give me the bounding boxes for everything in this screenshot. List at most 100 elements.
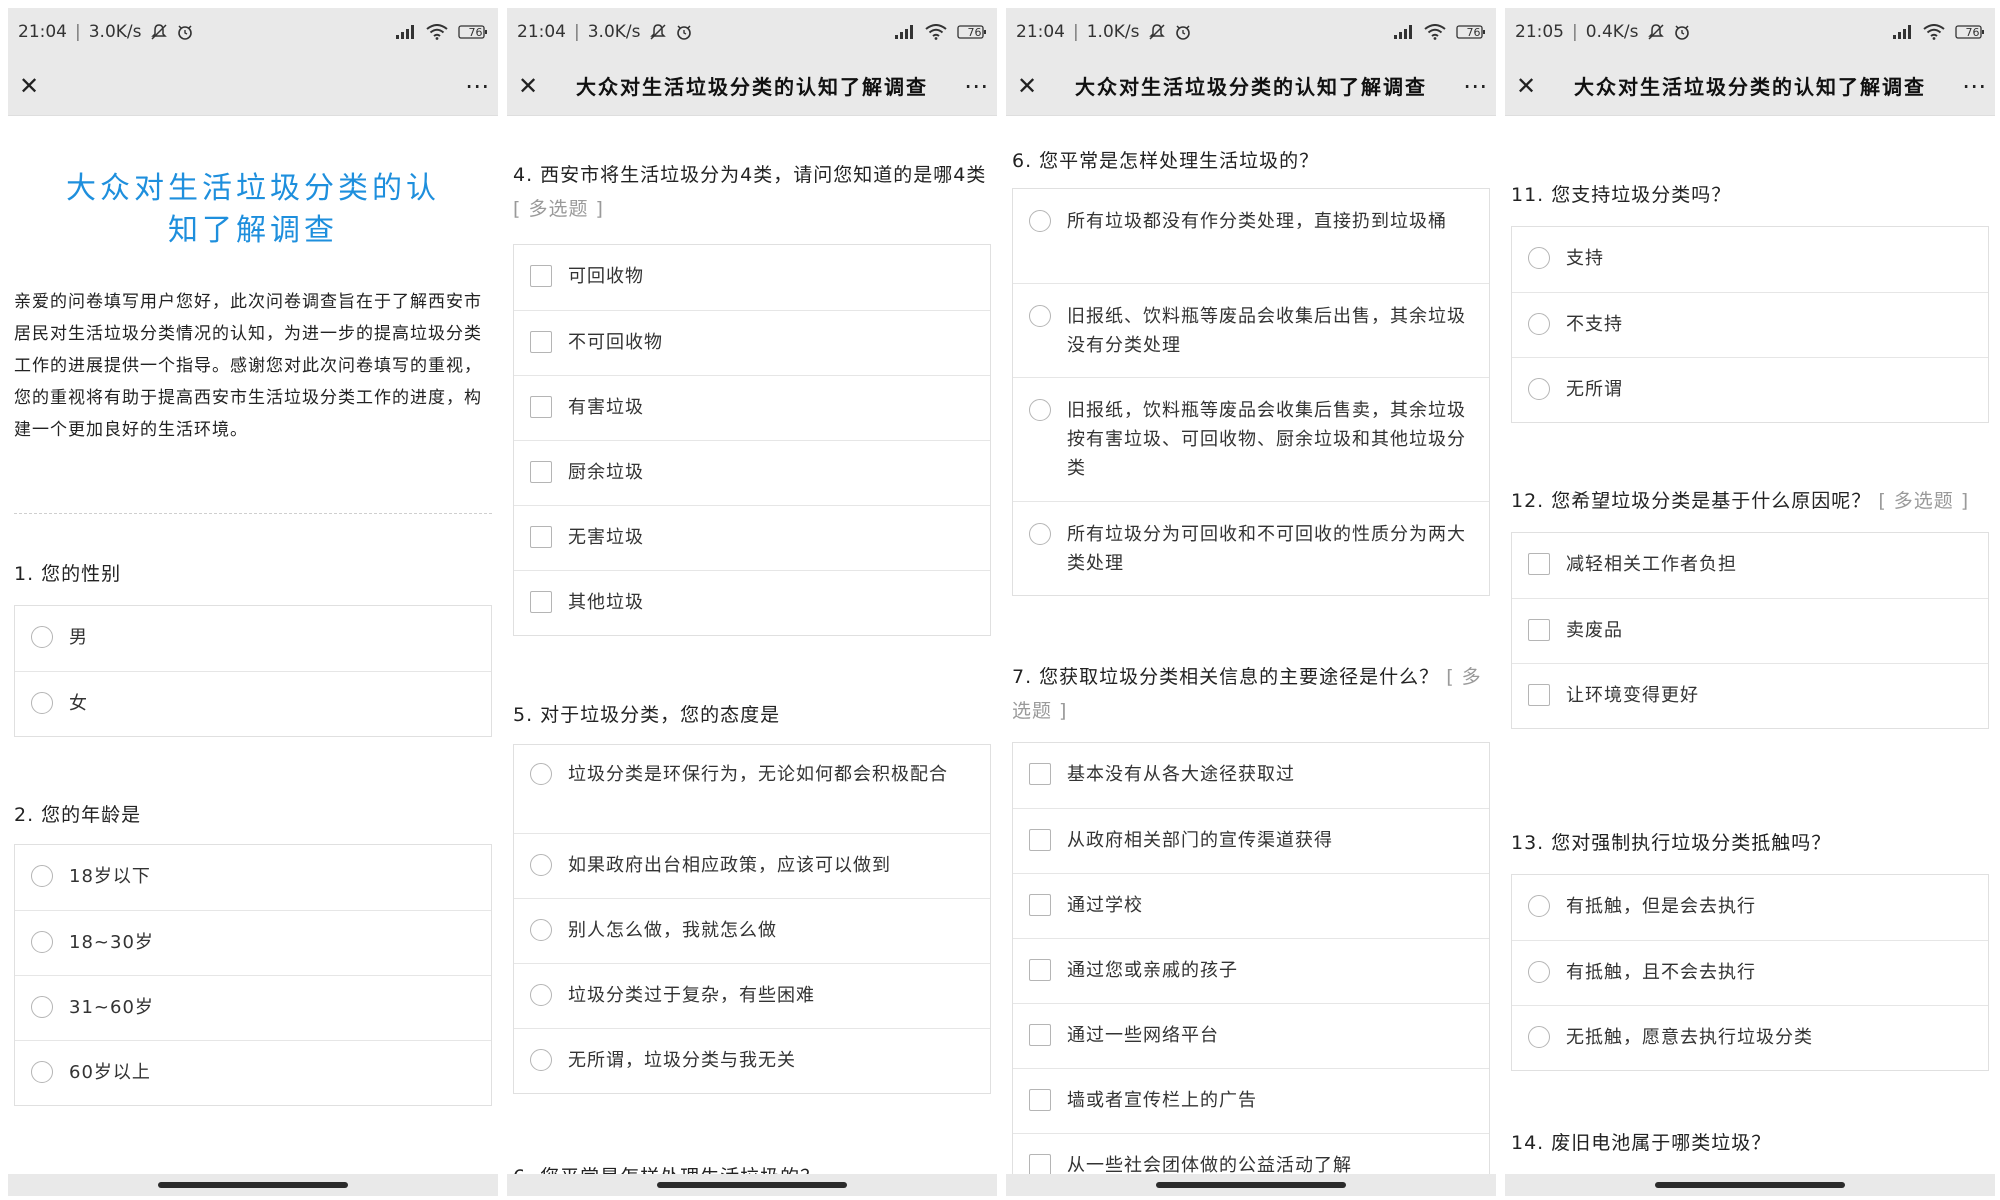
home-indicator[interactable]	[1655, 1182, 1845, 1188]
radio-button[interactable]	[1029, 523, 1051, 545]
radio-option[interactable]: 旧报纸，饮料瓶等废品会收集后售卖，其余垃圾按有害垃圾、可回收物、厨余垃圾和其他垃…	[1013, 377, 1489, 501]
checkbox-option[interactable]: 厨余垃圾	[514, 440, 990, 505]
option-label: 通过学校	[1067, 895, 1143, 916]
more-button[interactable]: ⋯	[961, 68, 991, 104]
radio-option[interactable]: 别人怎么做，我就怎么做	[514, 898, 990, 963]
radio-option[interactable]: 18岁以下	[15, 845, 491, 910]
radio-button[interactable]	[1528, 961, 1550, 983]
radio-button[interactable]	[1029, 305, 1051, 327]
question-block: 13. 您对强制执行垃圾分类抵触吗？ 有抵触，但是会去执行 有抵触，且不会去执行…	[1511, 826, 1989, 1071]
checkbox[interactable]	[1029, 894, 1051, 916]
checkbox[interactable]	[530, 396, 552, 418]
home-indicator[interactable]	[158, 1182, 348, 1188]
checkbox-option[interactable]: 无害垃圾	[514, 505, 990, 570]
home-indicator[interactable]	[1156, 1182, 1346, 1188]
question-block: 4. 西安市将生活垃圾分为4类，请问您知道的是哪4类 [ 多选题 ] 可回收物 …	[513, 158, 991, 636]
radio-button[interactable]	[1528, 313, 1550, 335]
checkbox-option[interactable]: 基本没有从各大途径获取过	[1013, 743, 1489, 808]
checkbox-option[interactable]: 可回收物	[514, 245, 990, 310]
checkbox-option[interactable]: 有害垃圾	[514, 375, 990, 440]
radio-button[interactable]	[31, 692, 53, 714]
radio-button[interactable]	[530, 919, 552, 941]
radio-button[interactable]	[1528, 378, 1550, 400]
radio-button[interactable]	[31, 996, 53, 1018]
radio-button[interactable]	[530, 984, 552, 1006]
checkbox[interactable]	[1029, 959, 1051, 981]
checkbox[interactable]	[1528, 553, 1550, 575]
checkbox-option[interactable]: 卖废品	[1512, 598, 1988, 663]
radio-button[interactable]	[1528, 247, 1550, 269]
radio-button[interactable]	[530, 1049, 552, 1071]
radio-option[interactable]: 无所谓，垃圾分类与我无关	[514, 1028, 990, 1093]
radio-button[interactable]	[1029, 210, 1051, 232]
close-button[interactable]: ✕	[14, 68, 44, 104]
checkbox[interactable]	[1528, 684, 1550, 706]
radio-option[interactable]: 31~60岁	[15, 975, 491, 1040]
radio-option[interactable]: 男	[15, 606, 491, 671]
more-button[interactable]: ⋯	[1959, 68, 1989, 104]
checkbox-option[interactable]: 其他垃圾	[514, 570, 990, 635]
checkbox-option[interactable]: 从一些社会团体做的公益活动了解	[1013, 1133, 1489, 1174]
checkbox-option[interactable]: 通过一些网络平台	[1013, 1003, 1489, 1068]
checkbox[interactable]	[530, 265, 552, 287]
radio-option[interactable]: 垃圾分类是环保行为，无论如何都会积极配合	[514, 745, 990, 833]
checkbox[interactable]	[1029, 1089, 1051, 1111]
radio-option[interactable]: 所有垃圾都没有作分类处理，直接扔到垃圾桶	[1013, 189, 1489, 283]
option-label: 无害垃圾	[568, 527, 644, 548]
checkbox[interactable]	[1528, 619, 1550, 641]
home-indicator[interactable]	[657, 1182, 847, 1188]
close-button[interactable]: ✕	[1012, 68, 1042, 104]
checkbox-option[interactable]: 不可回收物	[514, 310, 990, 375]
radio-button[interactable]	[1528, 895, 1550, 917]
checkbox-option[interactable]: 减轻相关工作者负担	[1512, 533, 1988, 598]
radio-button[interactable]	[31, 865, 53, 887]
radio-option[interactable]: 垃圾分类过于复杂，有些困难	[514, 963, 990, 1028]
radio-option[interactable]: 不支持	[1512, 292, 1988, 357]
checkbox[interactable]	[530, 591, 552, 613]
radio-button[interactable]	[1029, 399, 1051, 421]
radio-option[interactable]: 60岁以上	[15, 1040, 491, 1105]
option-label: 18~30岁	[69, 932, 154, 953]
close-button[interactable]: ✕	[1511, 68, 1541, 104]
checkbox[interactable]	[1029, 1024, 1051, 1046]
radio-button[interactable]	[1528, 1026, 1550, 1048]
checkbox[interactable]	[1029, 829, 1051, 851]
option-list: 垃圾分类是环保行为，无论如何都会积极配合 如果政府出台相应政策，应该可以做到 别…	[513, 744, 991, 1094]
radio-button[interactable]	[31, 1061, 53, 1083]
radio-button[interactable]	[31, 626, 53, 648]
checkbox[interactable]	[530, 461, 552, 483]
checkbox-option[interactable]: 通过学校	[1013, 873, 1489, 938]
checkbox[interactable]	[1029, 1154, 1051, 1174]
status-separator: |	[1572, 22, 1578, 42]
checkbox-option[interactable]: 通过您或亲戚的孩子	[1013, 938, 1489, 1003]
checkbox[interactable]	[530, 331, 552, 353]
mute-icon	[1647, 23, 1665, 41]
radio-option[interactable]: 有抵触，但是会去执行	[1512, 875, 1988, 940]
radio-option[interactable]: 所有垃圾分为可回收和不可回收的性质分为两大类处理	[1013, 501, 1489, 595]
radio-option[interactable]: 如果政府出台相应政策，应该可以做到	[514, 833, 990, 898]
radio-option[interactable]: 旧报纸、饮料瓶等废品会收集后出售，其余垃圾没有分类处理	[1013, 283, 1489, 377]
radio-button[interactable]	[31, 931, 53, 953]
radio-option[interactable]: 有抵触，且不会去执行	[1512, 940, 1988, 1005]
checkbox-option[interactable]: 从政府相关部门的宣传渠道获得	[1013, 808, 1489, 873]
phone-screen-2: 21:04 | 3.0K/s 76 ✕ 大众对生活垃圾分类的认知了解调查 ⋯ 4…	[507, 8, 997, 1196]
radio-button[interactable]	[530, 854, 552, 876]
checkbox-option[interactable]: 墙或者宣传栏上的广告	[1013, 1068, 1489, 1133]
radio-option[interactable]: 女	[15, 671, 491, 736]
close-button[interactable]: ✕	[513, 68, 543, 104]
question-block: 2. 您的年龄是 18岁以下 18~30岁 31~60岁 60岁以上	[14, 798, 492, 1106]
radio-option[interactable]: 无抵触，愿意去执行垃圾分类	[1512, 1005, 1988, 1070]
radio-button[interactable]	[530, 763, 552, 785]
more-button[interactable]: ⋯	[1460, 68, 1490, 104]
close-icon: ✕	[517, 71, 539, 100]
more-button[interactable]: ⋯	[462, 68, 492, 104]
radio-option[interactable]: 18~30岁	[15, 910, 491, 975]
survey-content: 11. 您支持垃圾分类吗？ 支持 不支持 无所谓 12. 您希望垃圾分类是基于什…	[1505, 116, 1995, 1174]
radio-option[interactable]: 支持	[1512, 227, 1988, 292]
checkbox[interactable]	[1029, 763, 1051, 785]
survey-content: 4. 西安市将生活垃圾分为4类，请问您知道的是哪4类 [ 多选题 ] 可回收物 …	[507, 116, 997, 1174]
radio-option[interactable]: 无所谓	[1512, 357, 1988, 422]
question-text: 12. 您希望垃圾分类是基于什么原因呢？	[1511, 490, 1872, 512]
checkbox[interactable]	[530, 526, 552, 548]
checkbox-option[interactable]: 让环境变得更好	[1512, 663, 1988, 728]
